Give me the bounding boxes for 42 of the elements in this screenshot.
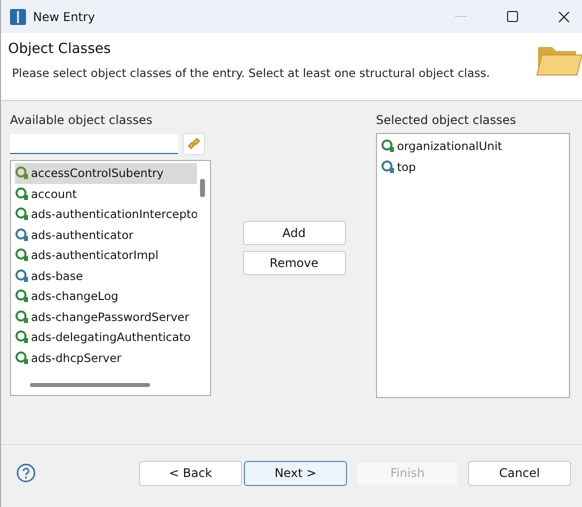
class-icon [15,330,29,344]
action-button[interactable]: Remove [242,250,346,274]
horizontal-scrollbar[interactable] [30,383,150,387]
maximize-icon[interactable] [507,11,518,22]
dialog-button[interactable]: Cancel [468,460,571,486]
section-label: Available object classes [10,113,154,127]
class-icon [15,228,29,242]
close-icon[interactable] [558,10,570,22]
dialog-button[interactable]: Next > [244,460,347,486]
list-item[interactable]: organizationalUnit [381,136,565,156]
action-button[interactable]: Add [242,220,346,244]
class-icon [15,310,29,324]
window-title: New Entry [33,10,95,24]
vertical-scrollbar[interactable] [200,179,205,197]
list-item[interactable]: ads-changeLog [15,286,197,306]
class-icon [15,350,29,365]
class-icon [15,186,29,201]
list-item[interactable]: ads-delegatingAuthenticato [15,327,197,348]
class-icon [15,289,29,304]
section-label: Selected object classes [376,113,518,127]
class-icon [15,268,29,283]
list-item[interactable]: accessControlSubentry [15,163,197,184]
class-icon [15,248,29,262]
class-icon [381,139,395,154]
help-icon[interactable] [16,463,36,483]
list-item[interactable]: top [381,156,565,177]
list-item[interactable]: ads-changePasswordServer [15,306,197,327]
link-icon [187,137,201,151]
link-button[interactable] [183,133,205,155]
class-icon [15,207,29,222]
page-description: Please select object classes of the entry. Select at least one structural object class. [12,66,491,80]
dialog-button[interactable]: < Back [139,460,242,486]
list-item[interactable]: account [15,184,197,204]
list-item[interactable]: ads-authenticator [15,224,197,245]
list-item[interactable]: ads-authenticatorImpl [15,245,197,266]
list-item[interactable]: ads-base [15,266,197,286]
filter-field[interactable] [10,134,178,154]
page-title: Object Classes [8,41,112,57]
class-icon [381,160,395,174]
app-icon [9,8,27,26]
class-icon [15,166,29,180]
list-item[interactable]: ads-dhcpServer [15,348,197,368]
